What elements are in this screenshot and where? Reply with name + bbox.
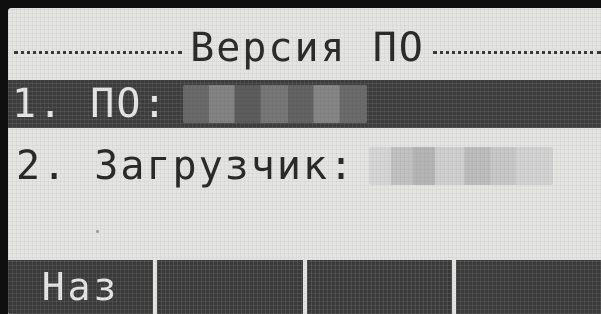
softkey-back-button[interactable]: Наз [8, 260, 154, 314]
menu-item-label: 2. Загрузчик: [16, 143, 356, 189]
redacted-value [182, 85, 367, 123]
menu-item-bootloader[interactable]: 2. Загрузчик: [8, 142, 601, 190]
screen-speck [96, 230, 99, 233]
title-divider-right [432, 50, 601, 54]
softkey-2-button[interactable] [157, 260, 303, 314]
menu-item-label: 1. ПО: [12, 81, 169, 127]
title-bar: Версия ПО [8, 22, 601, 74]
device-frame: Версия ПО 1. ПО: 2. Загрузчик: Наз [0, 0, 601, 314]
title-divider-left [14, 50, 183, 54]
menu-item-software[interactable]: 1. ПО: [8, 80, 601, 128]
redacted-value [369, 147, 554, 185]
softkey-3-button[interactable] [306, 260, 452, 314]
softkey-4-button[interactable] [455, 260, 601, 314]
lcd-screen: Версия ПО 1. ПО: 2. Загрузчик: Наз [8, 8, 601, 314]
softkey-bar: Наз [8, 260, 601, 314]
page-title: Версия ПО [190, 25, 425, 71]
